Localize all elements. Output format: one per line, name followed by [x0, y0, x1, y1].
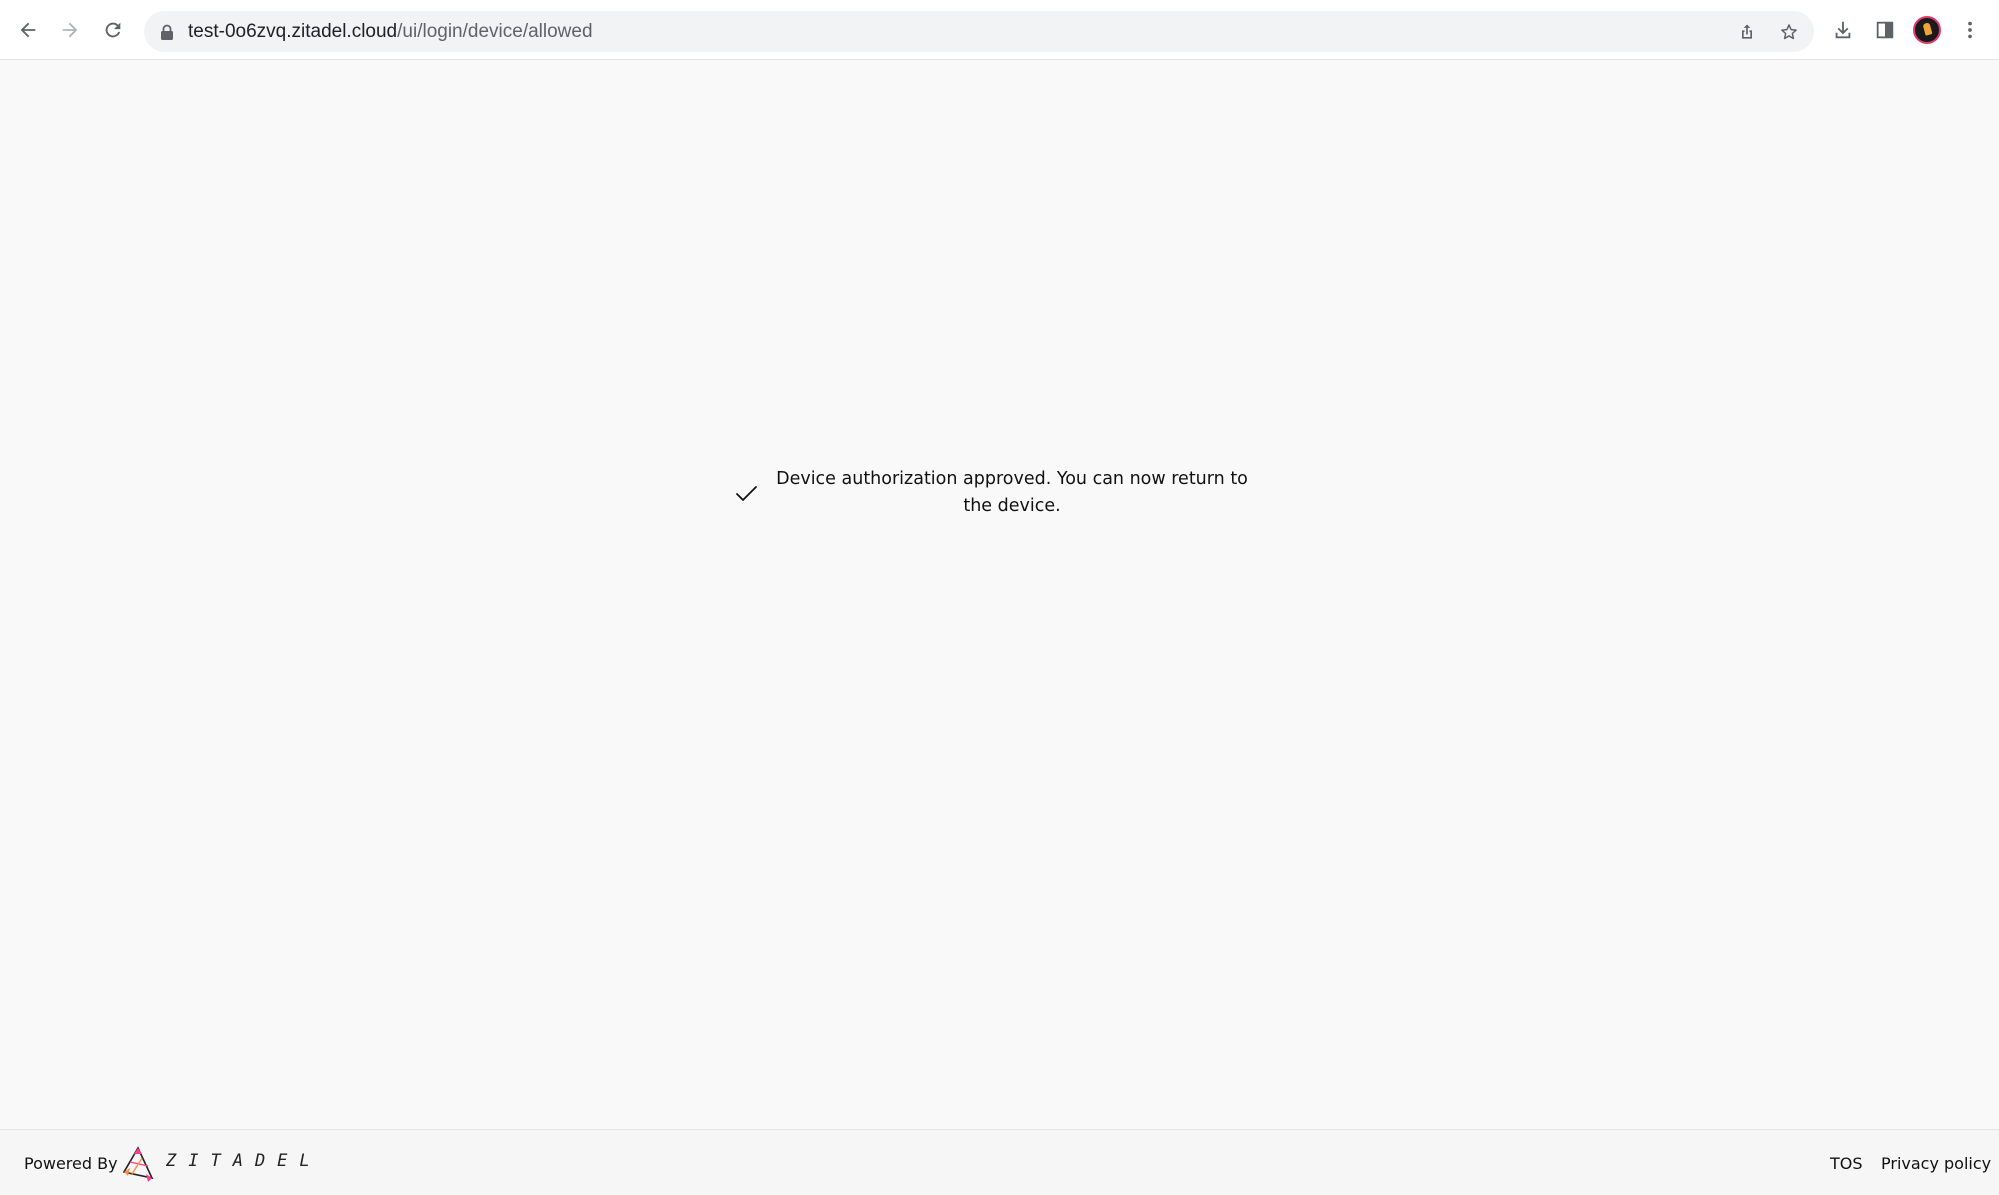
address-bar[interactable]: test-0o6zvq.zitadel.cloud/ui/login/devic…	[144, 11, 1814, 52]
zitadel-wordmark[interactable]: ZITADEL	[166, 1151, 322, 1171]
menu-icon	[1968, 21, 1972, 39]
side-panel-button[interactable]	[1870, 15, 1900, 45]
browser-toolbar: test-0o6zvq.zitadel.cloud/ui/login/devic…	[0, 0, 1999, 60]
side-panel-icon	[1876, 21, 1894, 39]
page-footer: Powered By ZITADEL TOS Privacy policy	[0, 1129, 1999, 1195]
powered-by-label: Powered By	[24, 1154, 118, 1173]
reload-icon	[105, 22, 121, 38]
check-icon	[730, 477, 762, 509]
browser-menu-button[interactable]	[1955, 15, 1985, 45]
download-icon	[1835, 21, 1851, 39]
authorization-message: Device authorization approved. You can n…	[730, 466, 1270, 520]
share-icon	[1742, 24, 1752, 39]
back-button[interactable]	[12, 14, 44, 46]
downloads-button[interactable]	[1828, 15, 1858, 45]
star-icon	[1781, 24, 1797, 40]
reload-button[interactable]	[97, 14, 129, 46]
tos-link[interactable]: TOS	[1830, 1154, 1863, 1173]
bookmark-star-button[interactable]	[1776, 19, 1802, 45]
zitadel-logo-icon[interactable]	[118, 1144, 160, 1184]
forward-icon	[62, 22, 78, 38]
back-icon	[20, 22, 36, 38]
profile-avatar[interactable]	[1913, 16, 1941, 44]
message-text: Device authorization approved. You can n…	[776, 469, 1248, 516]
lock-icon	[161, 24, 173, 40]
share-button[interactable]	[1734, 19, 1760, 45]
url-host: test-0o6zvq.zitadel.cloud	[188, 21, 398, 42]
url-path: /ui/login/device/allowed	[397, 21, 593, 42]
url-text: test-0o6zvq.zitadel.cloud/ui/login/devic…	[188, 11, 593, 52]
privacy-policy-link[interactable]: Privacy policy	[1881, 1154, 1991, 1173]
forward-button[interactable]	[54, 14, 86, 46]
